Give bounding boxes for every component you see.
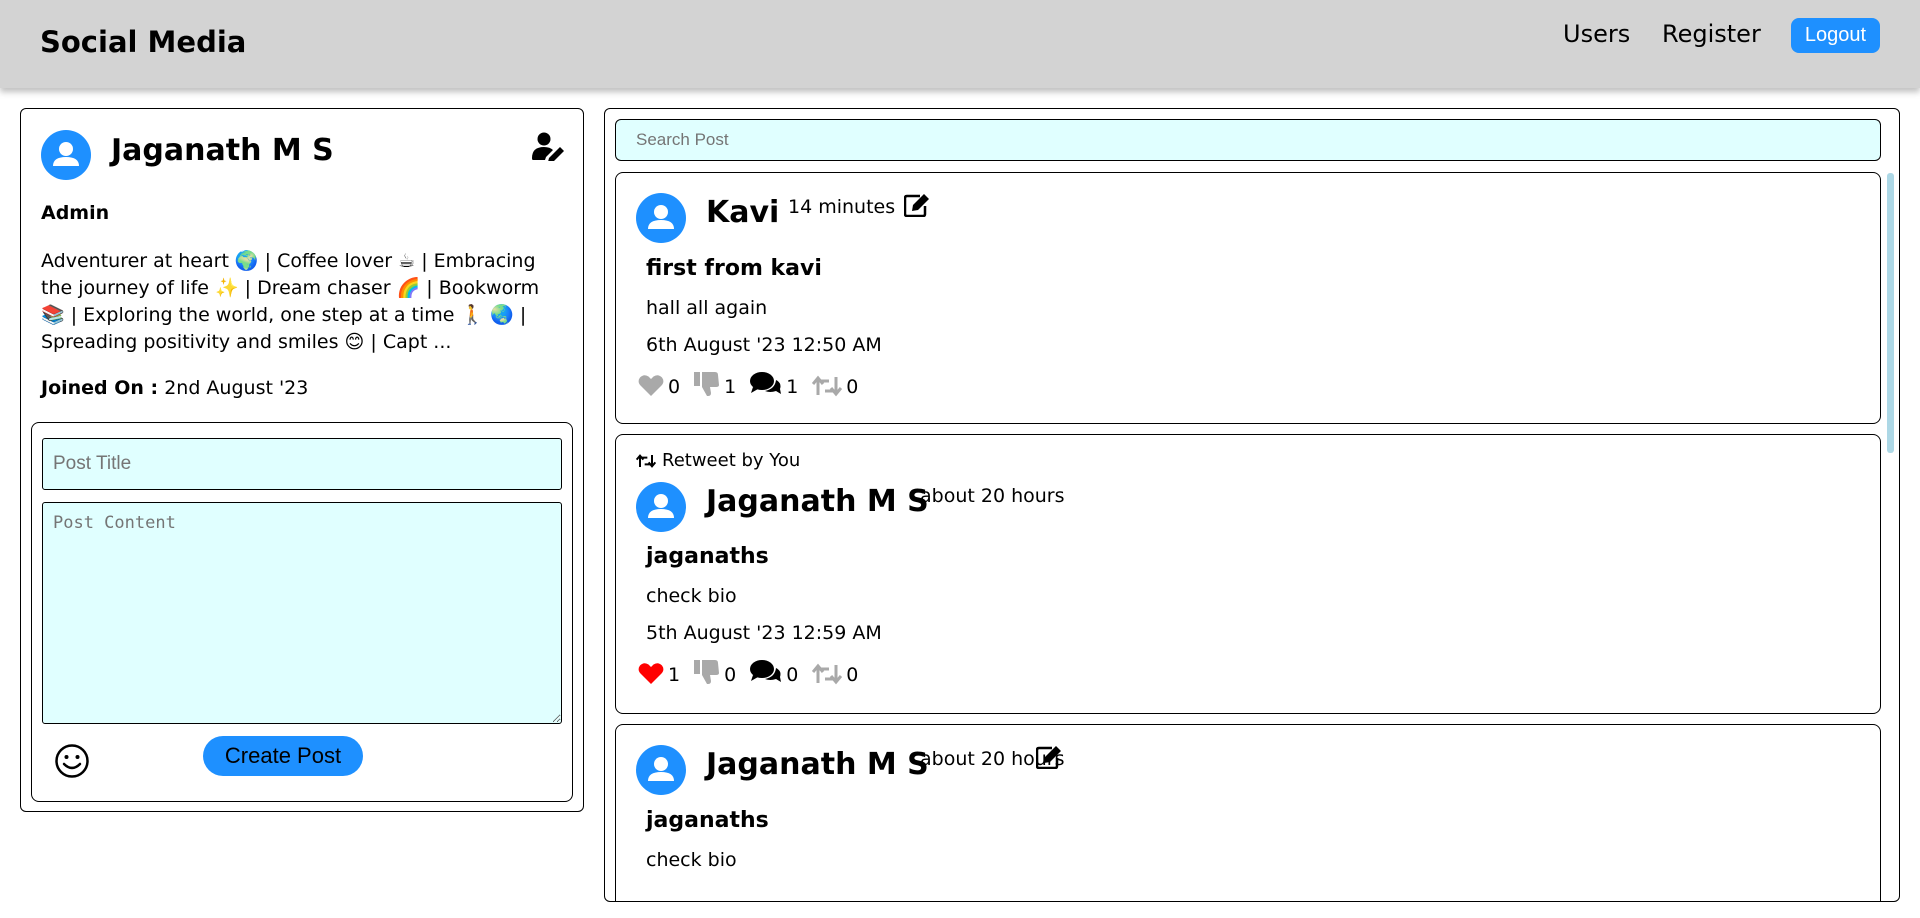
brand-title[interactable]: Social Media bbox=[40, 25, 246, 59]
retweet-count: 0 bbox=[846, 376, 859, 398]
post-time: 14 minutes bbox=[788, 196, 896, 218]
retweet-count: 0 bbox=[846, 664, 859, 686]
comment-count: 0 bbox=[786, 664, 799, 686]
comments-icon bbox=[750, 372, 782, 394]
retweet-button[interactable]: 0 bbox=[812, 663, 858, 685]
retweet-icon bbox=[812, 375, 843, 397]
post-actions: 0 1 1 0 bbox=[638, 371, 872, 397]
post-title: first from kavi bbox=[646, 256, 822, 281]
feed-scrollbar[interactable] bbox=[1887, 173, 1894, 453]
retweet-label-text: Retweet by You bbox=[662, 450, 801, 471]
heart-icon bbox=[638, 663, 664, 684]
joined-date: Joined On : 2nd August '23 bbox=[41, 377, 308, 399]
post-body: check bio bbox=[646, 585, 737, 607]
post-card: Jaganath M S about 20 hours jaganaths ch… bbox=[615, 724, 1881, 901]
joined-label: Joined On : bbox=[41, 377, 159, 399]
post-card: Kavi 14 minutes first from kavi hall all… bbox=[615, 172, 1881, 424]
user-avatar-icon[interactable] bbox=[636, 745, 686, 795]
comment-button[interactable]: 0 bbox=[750, 659, 798, 685]
user-avatar-icon[interactable] bbox=[636, 193, 686, 243]
like-count: 1 bbox=[668, 664, 681, 686]
post-title-input[interactable] bbox=[42, 438, 562, 490]
user-edit-icon[interactable] bbox=[532, 131, 566, 161]
like-count: 0 bbox=[668, 376, 681, 398]
post-author[interactable]: Kavi bbox=[706, 195, 779, 230]
post-title: jaganaths bbox=[646, 544, 769, 569]
retweet-icon bbox=[636, 453, 656, 468]
post-card: Retweet by You Jaganath M S about 20 hou… bbox=[615, 434, 1881, 714]
post-body: hall all again bbox=[646, 297, 768, 319]
dislike-count: 1 bbox=[724, 376, 737, 398]
create-post-button[interactable]: Create Post bbox=[203, 736, 363, 776]
post-time: about 20 hours bbox=[920, 485, 1065, 507]
retweet-label: Retweet by You bbox=[636, 450, 800, 471]
comment-button[interactable]: 1 bbox=[750, 371, 798, 397]
profile-bio: Adventurer at heart 🌍 | Coffee lover ☕ |… bbox=[41, 250, 540, 353]
post-date: 6th August '23 12:50 AM bbox=[646, 334, 882, 356]
nav-register-link[interactable]: Register bbox=[1662, 20, 1761, 48]
nav-users-link[interactable]: Users bbox=[1563, 20, 1630, 48]
heart-icon bbox=[638, 375, 664, 396]
profile-role: Admin bbox=[41, 202, 110, 224]
user-avatar-icon[interactable] bbox=[41, 130, 91, 180]
top-navbar: Social Media Users Register Logout bbox=[0, 0, 1920, 88]
thumbs-down-icon bbox=[694, 372, 720, 396]
post-actions: 1 0 0 0 bbox=[638, 659, 872, 685]
post-title: jaganaths bbox=[646, 808, 769, 833]
comments-icon bbox=[750, 660, 782, 682]
dislike-count: 0 bbox=[724, 664, 737, 686]
profile-panel: Jaganath M S Admin Adventurer at heart 🌍… bbox=[20, 108, 584, 812]
user-avatar-icon[interactable] bbox=[636, 482, 686, 532]
search-post-input[interactable] bbox=[615, 119, 1881, 161]
feed-panel: Kavi 14 minutes first from kavi hall all… bbox=[604, 108, 1900, 902]
post-author[interactable]: Jaganath M S bbox=[706, 484, 929, 519]
edit-icon[interactable] bbox=[1036, 745, 1062, 769]
create-post-form: Create Post bbox=[31, 422, 573, 802]
comment-count: 1 bbox=[786, 376, 799, 398]
retweet-button[interactable]: 0 bbox=[812, 375, 858, 397]
like-button[interactable]: 0 bbox=[638, 374, 680, 397]
joined-value: 2nd August '23 bbox=[164, 377, 309, 399]
post-author[interactable]: Jaganath M S bbox=[706, 747, 929, 782]
thumbs-down-icon bbox=[694, 660, 720, 684]
post-date: 5th August '23 12:59 AM bbox=[646, 622, 882, 644]
dislike-button[interactable]: 0 bbox=[694, 659, 736, 685]
post-body: check bio bbox=[646, 849, 737, 871]
edit-icon[interactable] bbox=[904, 193, 930, 217]
dislike-button[interactable]: 1 bbox=[694, 371, 736, 397]
smiley-icon[interactable] bbox=[54, 743, 90, 779]
profile-name: Jaganath M S bbox=[111, 133, 334, 168]
logout-button[interactable]: Logout bbox=[1791, 18, 1880, 53]
retweet-icon bbox=[812, 663, 843, 685]
post-content-input[interactable] bbox=[42, 502, 562, 724]
like-button[interactable]: 1 bbox=[638, 662, 680, 685]
